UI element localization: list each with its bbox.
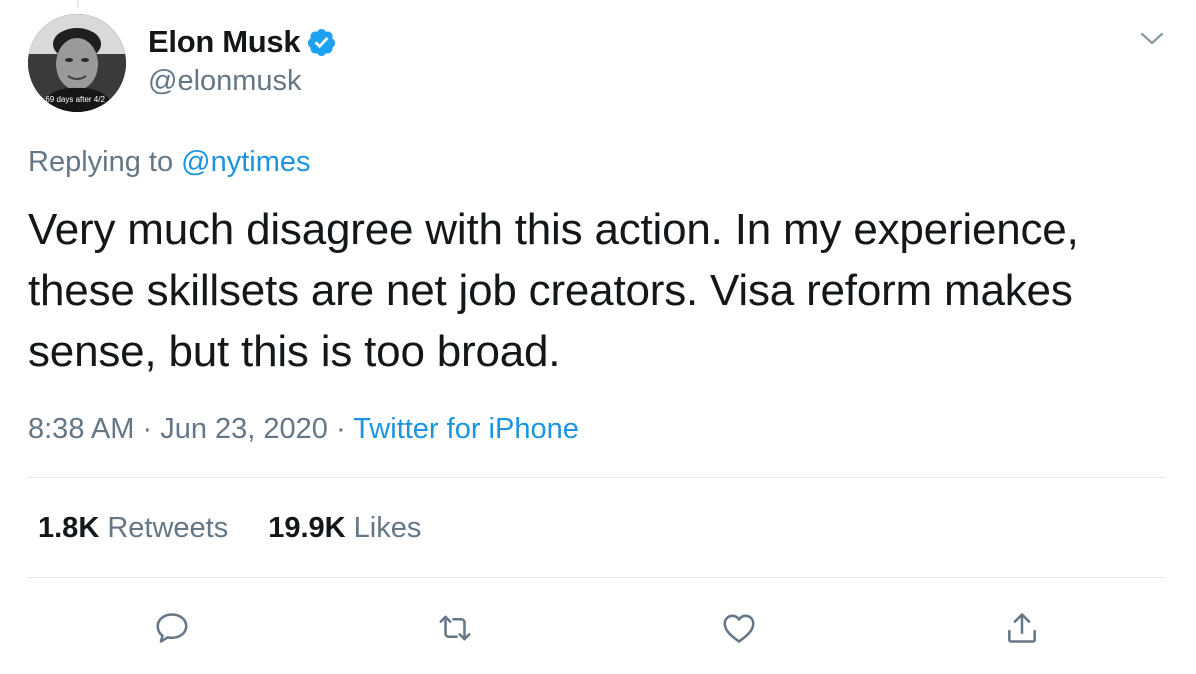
tweet-metadata: 8:38 AM · Jun 23, 2020 · Twitter for iPh… bbox=[28, 410, 579, 448]
meta-separator: · bbox=[142, 413, 153, 445]
author-display-name[interactable]: Elon Musk bbox=[148, 22, 301, 62]
verified-badge-icon bbox=[306, 27, 337, 58]
likes-label: Likes bbox=[353, 512, 422, 544]
tweet-time[interactable]: 8:38 AM bbox=[28, 413, 134, 445]
avatar[interactable]: rn 69 days after 4/2 bbox=[28, 14, 126, 112]
tweet-stats: 1.8K Retweets 19.9K Likes bbox=[38, 509, 461, 547]
retweets-stat[interactable]: 1.8K Retweets bbox=[38, 509, 228, 547]
retweets-label: Retweets bbox=[107, 512, 229, 544]
likes-stat[interactable]: 19.9K Likes bbox=[268, 509, 421, 547]
reply-icon bbox=[156, 613, 188, 643]
share-button[interactable] bbox=[1000, 606, 1044, 650]
tweet-actions bbox=[0, 606, 1196, 650]
tweet-text: Very much disagree with this action. In … bbox=[28, 205, 1079, 376]
meta-separator: · bbox=[335, 413, 346, 445]
like-button[interactable] bbox=[717, 606, 761, 650]
tweet-source-link[interactable]: Twitter for iPhone bbox=[353, 413, 579, 445]
share-icon bbox=[1008, 613, 1036, 643]
retweet-icon bbox=[439, 615, 471, 641]
likes-count: 19.9K bbox=[268, 512, 346, 544]
chevron-down-icon[interactable] bbox=[1138, 24, 1166, 52]
divider bbox=[28, 477, 1165, 478]
author-name-row[interactable]: Elon Musk bbox=[148, 22, 337, 62]
heart-icon bbox=[723, 614, 755, 643]
reply-button[interactable] bbox=[150, 606, 194, 650]
reply-context: Replying to @nytimes bbox=[28, 143, 311, 181]
retweets-count: 1.8K bbox=[38, 512, 100, 544]
divider bbox=[28, 577, 1165, 578]
reply-mention-link[interactable]: @nytimes bbox=[181, 146, 310, 178]
tweet-card: rn 69 days after 4/2 Elon Musk @elonmusk… bbox=[0, 0, 1196, 674]
author-handle[interactable]: @elonmusk bbox=[148, 62, 302, 100]
avatar-photo: rn 69 days after 4/2 bbox=[28, 14, 126, 112]
reply-context-prefix: Replying to bbox=[28, 146, 174, 178]
thread-line bbox=[77, 0, 79, 8]
tweet-date[interactable]: Jun 23, 2020 bbox=[160, 413, 328, 445]
avatar-caption: rn 69 days after 4/2 bbox=[36, 95, 105, 104]
retweet-button[interactable] bbox=[433, 606, 477, 650]
